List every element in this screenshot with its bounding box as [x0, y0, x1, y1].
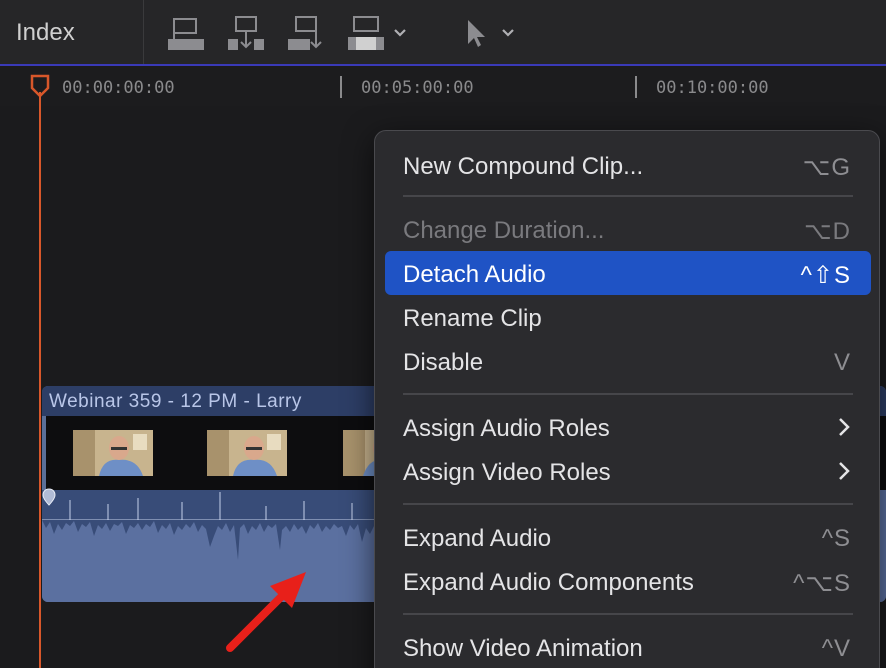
connect-clip-button[interactable]	[166, 12, 206, 54]
menu-item-label: Assign Video Roles	[403, 459, 611, 486]
menu-item-label: Assign Audio Roles	[403, 415, 610, 442]
annotation-arrow-icon	[226, 572, 306, 652]
overwrite-clip-button[interactable]	[346, 12, 386, 54]
connect-clip-icon	[168, 18, 204, 50]
menu-item-label: Expand Audio Components	[403, 569, 694, 596]
menu-item-shortcut: ^S	[821, 525, 851, 552]
menu-separator	[403, 393, 853, 395]
menu-item-label: Rename Clip	[403, 305, 542, 332]
menu-item-shortcut: V	[833, 349, 851, 376]
menu-separator	[403, 613, 853, 615]
menu-item-assign-video-roles[interactable]: Assign Video Roles	[385, 449, 871, 493]
ruler-tick	[340, 76, 342, 98]
select-tool-icon	[468, 20, 485, 47]
tools-dropdown[interactable]	[496, 12, 520, 54]
menu-item-assign-audio-roles[interactable]: Assign Audio Roles	[385, 405, 871, 449]
menu-item-label: Show Video Animation	[403, 635, 643, 662]
menu-item-shortcut: ^⌥S	[793, 570, 851, 597]
chevron-right-icon	[839, 418, 850, 436]
playhead-line[interactable]	[39, 92, 41, 668]
insert-clip-icon	[228, 16, 264, 50]
video-thumbnail	[207, 430, 287, 476]
overwrite-clip-icon	[348, 16, 384, 50]
append-clip-button[interactable]	[286, 12, 326, 54]
clip-title: Webinar 359 - 12 PM - Larry	[49, 391, 302, 412]
timecode-label: 00:10:00:00	[656, 78, 769, 98]
append-clip-icon	[288, 16, 322, 50]
ruler-tick	[635, 76, 637, 98]
index-button[interactable]: Index	[16, 19, 75, 47]
menu-separator	[403, 195, 853, 197]
timeline-toolbar: Index	[0, 0, 886, 66]
menu-item-label: Expand Audio	[403, 525, 552, 552]
menu-item-rename-clip[interactable]: Rename Clip	[385, 295, 871, 339]
clip-context-menu: New Compound Clip... ⌥G Change Duration.…	[374, 130, 880, 668]
menu-item-new-compound-clip[interactable]: New Compound Clip... ⌥G	[385, 143, 871, 187]
menu-item-shortcut: ⌥G	[802, 154, 851, 181]
timecode-label: 00:00:00:00	[62, 78, 175, 98]
playhead-handle-icon[interactable]	[30, 74, 50, 98]
menu-item-shortcut: ^V	[821, 635, 851, 662]
toolbar-divider	[143, 0, 144, 64]
chevron-down-icon	[394, 29, 406, 37]
menu-item-label: Disable	[403, 349, 484, 376]
menu-item-label: Detach Audio	[403, 261, 546, 288]
edit-options-dropdown[interactable]	[388, 12, 412, 54]
insert-clip-button[interactable]	[226, 12, 266, 54]
menu-item-shortcut: ^⇧S	[800, 262, 851, 289]
menu-separator	[403, 503, 853, 505]
select-tool-button[interactable]	[460, 12, 490, 54]
menu-item-disable[interactable]: Disable V	[385, 339, 871, 383]
menu-item-expand-audio-components[interactable]: Expand Audio Components ^⌥S	[385, 559, 871, 603]
timeline-ruler[interactable]: 00:00:00:00 00:05:00:00 00:10:00:00	[0, 66, 886, 106]
chevron-right-icon	[839, 462, 850, 480]
chevron-down-icon	[502, 29, 514, 37]
marker-icon[interactable]	[42, 488, 56, 506]
menu-item-shortcut: ⌥D	[804, 218, 851, 245]
menu-item-label: Change Duration...	[403, 217, 605, 244]
menu-item-show-video-animation[interactable]: Show Video Animation ^V	[385, 625, 871, 668]
menu-item-label: New Compound Clip...	[403, 153, 644, 180]
video-thumbnail	[73, 430, 153, 476]
menu-item-detach-audio[interactable]: Detach Audio ^⇧S	[385, 251, 871, 295]
timecode-label: 00:05:00:00	[361, 78, 474, 98]
menu-item-expand-audio[interactable]: Expand Audio ^S	[385, 515, 871, 559]
menu-item-change-duration: Change Duration... ⌥D	[385, 207, 871, 251]
